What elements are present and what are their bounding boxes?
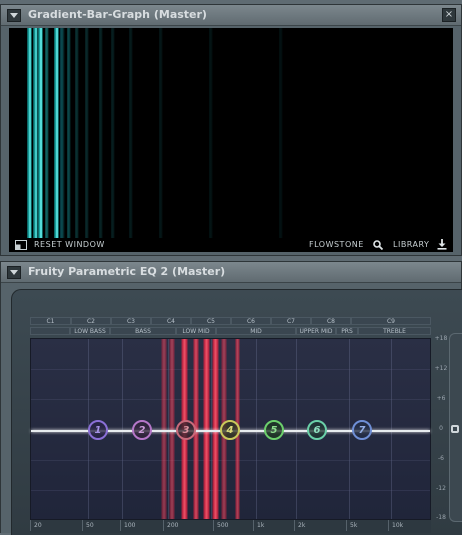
band-handle-2[interactable]: 2 (132, 420, 152, 440)
note-label: C7 (271, 317, 311, 325)
plugin-footer: RESET WINDOW FLOWSTONE LIBRARY (9, 238, 453, 252)
search-icon (373, 240, 383, 250)
window-titlebar[interactable]: Fruity Parametric EQ 2 (Master) (1, 262, 461, 283)
spectrum-bar (203, 339, 210, 519)
band-handle-7[interactable]: 7 (352, 420, 372, 440)
note-label: C9 (351, 317, 431, 325)
band-handle-1[interactable]: 1 (88, 420, 108, 440)
window-titlebar[interactable]: Gradient-Bar-Graph (Master) × (1, 5, 461, 26)
range-label: TREBLE (358, 327, 431, 335)
reset-window-label: RESET WINDOW (34, 240, 105, 249)
reset-window-icon (15, 240, 27, 250)
band-handle-4[interactable]: 4 (220, 420, 240, 440)
freq-label: 50 (82, 520, 120, 531)
reset-window-button[interactable]: RESET WINDOW (15, 239, 115, 251)
db-label: -6 (438, 455, 444, 462)
window-title: Gradient-Bar-Graph (Master) (28, 8, 207, 21)
freq-label: 20 (30, 520, 82, 531)
range-label: MID (216, 327, 296, 335)
db-label: +6 (436, 395, 446, 402)
db-label: +12 (434, 365, 448, 372)
note-label: C6 (231, 317, 271, 325)
grid-line (31, 399, 430, 400)
window-menu-dropdown-icon[interactable] (7, 266, 21, 279)
db-label: +18 (434, 335, 448, 342)
freq-label: 200 (163, 520, 213, 531)
flowstone-button[interactable]: FLOWSTONE (309, 239, 385, 251)
freq-label: 500 (213, 520, 253, 531)
library-button[interactable]: LIBRARY (393, 239, 451, 251)
grid-line (256, 339, 257, 519)
freq-label: 2k (294, 520, 346, 531)
grid-line (31, 490, 430, 491)
gradient-bar-graph-window: Gradient-Bar-Graph (Master) × RESET WIND… (0, 4, 462, 256)
range-label: LOW MID (176, 327, 216, 335)
close-button[interactable]: × (442, 8, 456, 22)
note-label: C4 (151, 317, 191, 325)
db-label: 0 (439, 425, 443, 432)
spectrum-bar-display (9, 28, 453, 238)
window-title: Fruity Parametric EQ 2 (Master) (28, 265, 226, 278)
freq-label: 1k (253, 520, 294, 531)
range-label: BASS (110, 327, 176, 335)
grid-line (31, 369, 430, 370)
flowstone-label: FLOWSTONE (309, 240, 364, 249)
master-gain-knob[interactable] (451, 425, 459, 433)
note-label: C8 (311, 317, 351, 325)
note-label: C1 (30, 317, 71, 325)
freq-label: 10k (388, 520, 431, 531)
db-label: -12 (436, 485, 446, 492)
band-handle-3[interactable]: 3 (176, 420, 196, 440)
download-icon (437, 239, 447, 250)
note-label: C3 (111, 317, 151, 325)
spectrum-bar (161, 339, 167, 519)
range-label: UPPER MID (296, 327, 336, 335)
grid-line (31, 460, 430, 461)
library-label: LIBRARY (393, 240, 430, 249)
grid-line (296, 339, 297, 519)
band-handle-6[interactable]: 6 (307, 420, 327, 440)
spectrum-bar (169, 339, 175, 519)
range-label-spacer (30, 327, 70, 335)
db-label: -18 (436, 514, 446, 521)
grid-line (122, 339, 123, 519)
freq-label: 100 (120, 520, 163, 531)
spectrum-bar (212, 339, 219, 519)
range-label: PRS (336, 327, 358, 335)
window-menu-dropdown-icon[interactable] (7, 9, 21, 22)
grid-line (349, 339, 350, 519)
note-label: C2 (71, 317, 111, 325)
band-handle-5[interactable]: 5 (264, 420, 284, 440)
grid-line (391, 339, 392, 519)
eq-graph[interactable]: 1 2 3 4 5 6 7 (30, 338, 431, 520)
note-label: C5 (191, 317, 231, 325)
freq-label: 5k (346, 520, 388, 531)
range-label: LOW BASS (70, 327, 110, 335)
